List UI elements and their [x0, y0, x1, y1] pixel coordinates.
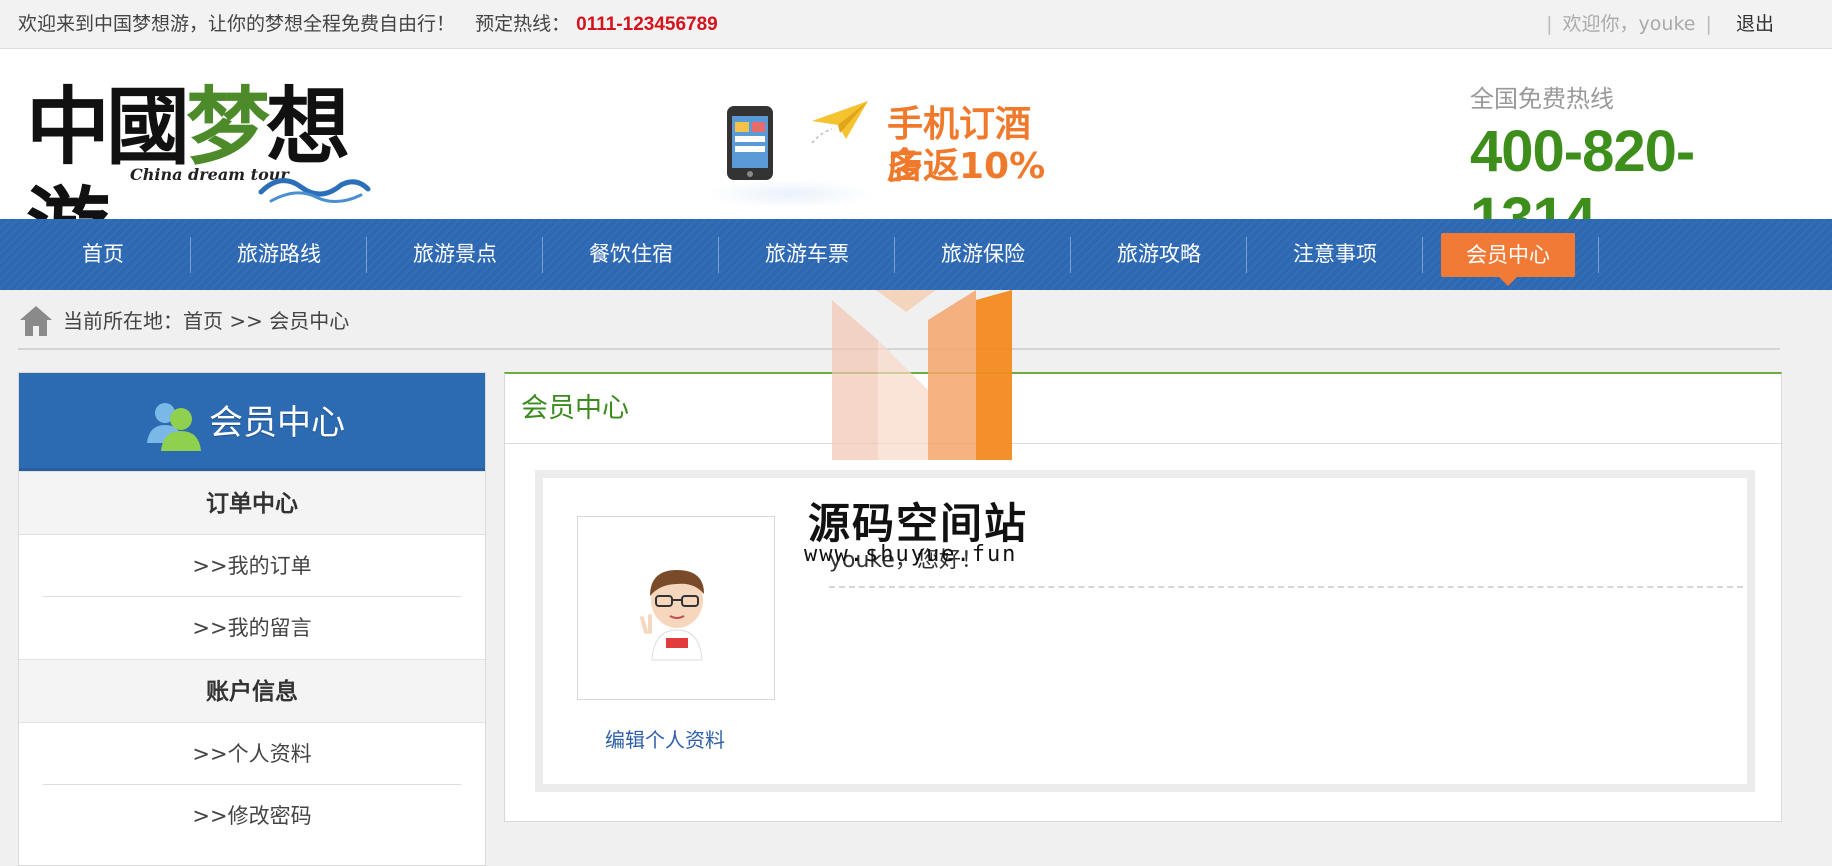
site-header: 中國梦想游 China dream tour 手机订酒店 多返10% 全国免费热…: [0, 49, 1832, 276]
booking-hotline-label: 预定热线：: [475, 13, 571, 35]
free-hotline-label: 全国免费热线: [1470, 85, 1614, 113]
nav-label: 餐饮住宿: [589, 242, 673, 266]
separator: |: [1546, 13, 1553, 35]
site-watermark: 源码空间站 www.shuyue.fun: [800, 290, 1040, 580]
nav-item-dining-lodging[interactable]: 餐饮住宿: [543, 219, 719, 290]
sidebar-item-profile[interactable]: >>个人资料: [43, 723, 461, 785]
nav-item-member-center[interactable]: 会员中心: [1423, 219, 1599, 290]
nav-item-tickets[interactable]: 旅游车票: [719, 219, 895, 290]
edit-profile-link[interactable]: 编辑个人资料: [605, 724, 725, 753]
sidebar-title: 会员中心: [209, 403, 345, 443]
nav-label: 旅游车票: [765, 242, 849, 266]
nav-item-home[interactable]: 首页: [15, 219, 191, 290]
member-main-panel: 会员中心 编辑个人资料 youke，您好！: [504, 372, 1782, 822]
logo-text-part: 中國: [26, 77, 190, 176]
avatar: [640, 570, 704, 661]
nav-label: 旅游景点: [413, 242, 497, 266]
avatar-frame: [577, 516, 775, 700]
sidebar-item-my-orders[interactable]: >>我的订单: [43, 535, 461, 597]
separator: |: [1705, 13, 1712, 35]
sidebar-group-account: 账户信息: [19, 659, 485, 723]
main-panel-title: 会员中心: [505, 374, 1781, 444]
home-icon: [20, 306, 52, 336]
logo-wave-icon: [258, 178, 371, 203]
sidebar-item-change-password[interactable]: >>修改密码: [43, 785, 461, 847]
sidebar-item-my-messages[interactable]: >>我的留言: [43, 597, 461, 659]
dashed-divider: [829, 586, 1743, 588]
nav-divider: [1598, 237, 1599, 273]
nav-item-attractions[interactable]: 旅游景点: [367, 219, 543, 290]
breadcrumb-text: 当前所在地：首页 >> 会员中心: [63, 309, 350, 333]
welcome-message: 欢迎来到中国梦想游，让你的梦想全程免费自由行！ 预定热线： 0111-12345…: [18, 0, 718, 49]
promo-line-2: 多返10%: [887, 146, 1046, 187]
nav-item-notices[interactable]: 注意事项: [1247, 219, 1423, 290]
logo-text-part: 梦: [186, 77, 270, 176]
welcome-text: 欢迎来到中国梦想游，让你的梦想全程免费自由行！: [18, 13, 456, 35]
nav-label: 首页: [82, 242, 124, 266]
mobile-hotel-promo[interactable]: 手机订酒店 多返10%: [705, 94, 1065, 214]
sidebar-group-orders: 订单中心: [19, 471, 485, 535]
main-nav: 首页 旅游路线 旅游景点 餐饮住宿 旅游车票 旅游保险 旅游攻略 注意事项 会员…: [0, 219, 1832, 290]
nav-item-routes[interactable]: 旅游路线: [191, 219, 367, 290]
top-bar: 欢迎来到中国梦想游，让你的梦想全程免费自由行！ 预定热线： 0111-12345…: [0, 0, 1832, 49]
sidebar-header: 会员中心: [19, 373, 485, 471]
nav-label: 旅游保险: [941, 242, 1025, 266]
user-greeting: 欢迎你，youke: [1562, 13, 1696, 35]
nav-label-active: 会员中心: [1441, 233, 1575, 286]
user-area: | 欢迎你，youke | 退出: [1542, 0, 1774, 49]
users-icon: [147, 403, 201, 451]
site-logo[interactable]: 中國梦想游 China dream tour: [26, 77, 386, 276]
booking-hotline-number: 0111-123456789: [576, 14, 718, 35]
logout-link[interactable]: 退出: [1736, 13, 1774, 35]
member-sidebar: 会员中心 订单中心 >>我的订单 >>我的留言 账户信息 >>个人资料 >>修改…: [18, 372, 486, 866]
profile-card: 编辑个人资料 youke，您好！: [535, 470, 1755, 792]
nav-item-guides[interactable]: 旅游攻略: [1071, 219, 1247, 290]
paper-plane-icon: [811, 101, 868, 143]
watermark-url: www.shuyue.fun: [804, 542, 1018, 567]
nav-label: 旅游路线: [237, 242, 321, 266]
nav-label: 旅游攻略: [1117, 242, 1201, 266]
nav-item-insurance[interactable]: 旅游保险: [895, 219, 1071, 290]
nav-label: 注意事项: [1293, 242, 1377, 266]
phone-icon: [727, 106, 773, 180]
watermark-logo-icon: [832, 290, 1012, 460]
